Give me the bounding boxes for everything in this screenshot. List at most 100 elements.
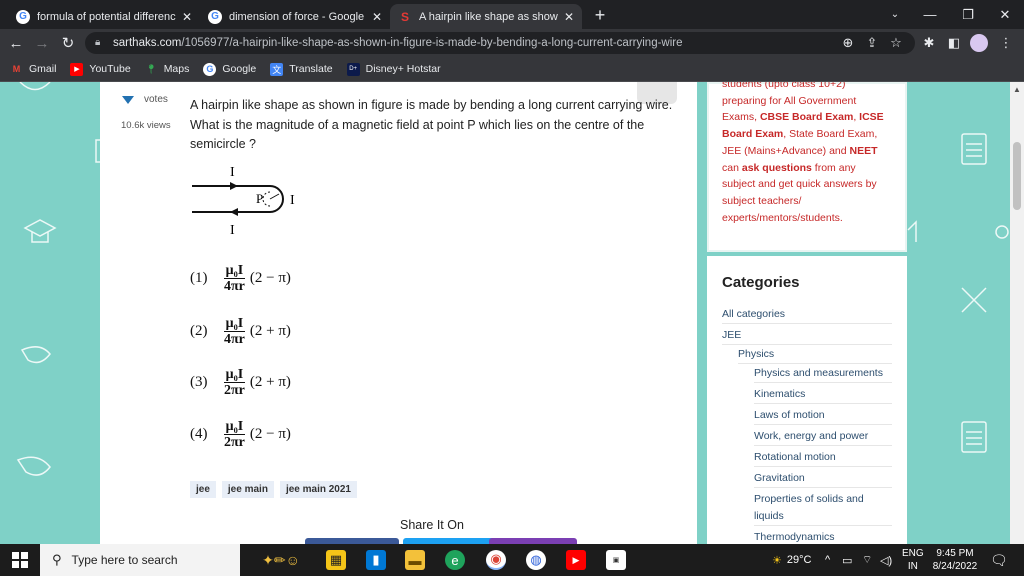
close-window-icon[interactable]: ✕: [985, 0, 1024, 29]
category-item[interactable]: All categories: [722, 308, 892, 324]
chrome-icon[interactable]: ◉: [486, 550, 506, 570]
install-app-icon[interactable]: ⊕: [838, 33, 858, 53]
forward-arrow-icon[interactable]: →: [32, 33, 52, 53]
file-explorer-icon[interactable]: ▬: [405, 550, 425, 570]
edge-browser-icon[interactable]: e: [445, 550, 465, 570]
vote-down-arrow-icon[interactable]: [122, 95, 134, 104]
bookmark-label: Google: [222, 63, 257, 75]
close-tab-icon[interactable]: ✕: [564, 10, 574, 24]
scroll-thumb[interactable]: [1013, 142, 1021, 210]
clock[interactable]: 9:45 PM 8/24/2022: [930, 544, 980, 576]
bookmark-star-icon[interactable]: ☆: [886, 33, 906, 53]
store-icon[interactable]: ▮: [366, 550, 386, 570]
chrome-menu-icon[interactable]: ⋮: [996, 33, 1016, 53]
bookmark-label: Disney+ Hotstar: [365, 63, 441, 75]
taskbar-search-box[interactable]: ⚲ Type here to search: [40, 544, 240, 576]
bookmarks-bar: M Gmail ▶ YouTube 📍︎ Maps G Google 文 Tra…: [0, 57, 1024, 82]
new-tab-plus-icon[interactable]: +: [589, 4, 611, 26]
category-item[interactable]: Properties of solids and: [754, 493, 892, 505]
start-button[interactable]: [0, 544, 40, 576]
calendar-app-icon[interactable]: ▦: [326, 550, 346, 570]
bookmark-translate[interactable]: 文 Translate: [270, 62, 333, 76]
url-host: sarthaks.com: [113, 37, 182, 49]
tab-title: dimension of force - Google Sea: [229, 10, 366, 23]
category-item[interactable]: Kinematics: [754, 388, 892, 404]
profile-avatar[interactable]: [969, 33, 989, 53]
minimize-icon[interactable]: —: [910, 0, 950, 29]
restore-icon[interactable]: ❐: [948, 0, 988, 29]
category-item[interactable]: liquids: [754, 510, 892, 526]
browser-tab-1[interactable]: G formula of potential difference - ✕: [8, 4, 200, 29]
category-item[interactable]: Physics and measurements: [754, 367, 892, 383]
clock-date: 8/24/2022: [932, 561, 978, 572]
tray-chevron-icon[interactable]: ^: [825, 544, 830, 576]
promo-line: subject and get quick answers by: [722, 178, 877, 191]
category-item[interactable]: Thermodynamics: [754, 531, 892, 544]
promo-line: students (upto class 10+2): [722, 82, 846, 90]
url-path: /1056977/a-hairpin-like-shape-as-shown-i…: [181, 37, 683, 49]
bookmark-label: YouTube: [89, 63, 131, 75]
browser-toolbar: ← → ↻ 🔒︎ sarthaks.com/1056977/a-hairpin-…: [0, 29, 1024, 57]
side-panel-icon[interactable]: ◧: [944, 33, 964, 53]
share-icon[interactable]: ⇪: [862, 33, 882, 53]
bookmark-label: Gmail: [29, 63, 57, 75]
tag-jee-main-2021[interactable]: jee main 2021: [279, 481, 357, 498]
category-item[interactable]: Work, energy and power: [754, 430, 892, 446]
windows-logo-icon: [12, 552, 28, 568]
browser-tab-2[interactable]: G dimension of force - Google Sea ✕: [200, 4, 390, 29]
wifi-icon[interactable]: ⌔: [862, 544, 872, 576]
bookmark-maps[interactable]: 📍︎ Maps: [145, 63, 189, 76]
notification-icon[interactable]: 🗨︎: [990, 544, 1008, 576]
promo-line: preparing for All Government: [722, 94, 857, 107]
fraction-numerator: μ₀I: [223, 418, 246, 435]
chat-icon[interactable]: ◍: [526, 550, 546, 570]
fraction-denominator: 4πr: [224, 278, 245, 294]
category-item[interactable]: Physics: [738, 348, 892, 364]
doodle-flask-icon: [19, 82, 51, 91]
fraction-denominator: 2πr: [224, 382, 245, 398]
tab-title: formula of potential difference -: [37, 10, 176, 23]
bookmark-hotstar[interactable]: D+ Disney+ Hotstar: [346, 62, 441, 76]
bookmark-gmail[interactable]: M Gmail: [10, 63, 57, 76]
figure-label-top: I: [230, 165, 235, 180]
pinned-app-icon[interactable]: ▣: [606, 550, 626, 570]
promo-line: can ask questions from any: [722, 161, 856, 174]
hairpin-wire-figure: I I I P: [192, 165, 295, 236]
option-number: (2): [190, 322, 208, 339]
option-tail: (2 + π): [249, 322, 291, 339]
language-indicator[interactable]: ENG IN: [902, 544, 924, 576]
tab-search-chevron-icon[interactable]: ⌄: [875, 0, 915, 29]
youtube-app-icon[interactable]: ▶: [566, 550, 586, 570]
category-item[interactable]: Laws of motion: [754, 409, 892, 425]
lock-icon: 🔒︎: [95, 37, 101, 48]
weather-widget[interactable]: ☀ 29°C: [772, 544, 811, 576]
google-favicon-icon: G: [208, 9, 222, 24]
figure-label-right: I: [290, 193, 295, 208]
bookmark-youtube[interactable]: ▶ YouTube: [70, 62, 131, 76]
figure-label-bottom: I: [230, 223, 235, 236]
browser-tab-3-active[interactable]: S A hairpin like shape as shown in ✕: [390, 4, 582, 29]
back-arrow-icon[interactable]: ←: [6, 33, 26, 53]
extensions-puzzle-icon[interactable]: ✱: [919, 33, 939, 53]
close-tab-icon[interactable]: ✕: [182, 10, 192, 24]
widgets-icon[interactable]: ✦✏☺: [256, 550, 306, 570]
promo-line: subject teachers/: [722, 194, 802, 207]
volume-icon[interactable]: ◁): [880, 544, 892, 576]
page-scrollbar[interactable]: ▲: [1010, 82, 1024, 544]
bookmark-google[interactable]: G Google: [203, 62, 257, 76]
battery-icon[interactable]: ▭: [842, 544, 852, 576]
question-card: votes 10.6k views A hairpin like shape a…: [100, 82, 697, 544]
address-bar[interactable]: 🔒︎ sarthaks.com/1056977/a-hairpin-like-s…: [85, 32, 915, 54]
category-item[interactable]: Rotational motion: [754, 451, 892, 467]
close-tab-icon[interactable]: ✕: [372, 10, 382, 24]
reload-icon[interactable]: ↻: [58, 33, 78, 53]
vote-widget[interactable]: votes: [122, 94, 168, 105]
region-code: IN: [907, 561, 918, 572]
scroll-up-arrow-icon[interactable]: ▲: [1013, 85, 1021, 94]
category-item[interactable]: Gravitation: [754, 472, 892, 488]
categories-title: Categories: [722, 274, 800, 291]
tag-jee-main[interactable]: jee main: [221, 481, 274, 498]
tag-jee[interactable]: jee: [190, 481, 216, 498]
votes-label: votes: [144, 94, 168, 105]
category-item[interactable]: JEE: [722, 329, 892, 345]
